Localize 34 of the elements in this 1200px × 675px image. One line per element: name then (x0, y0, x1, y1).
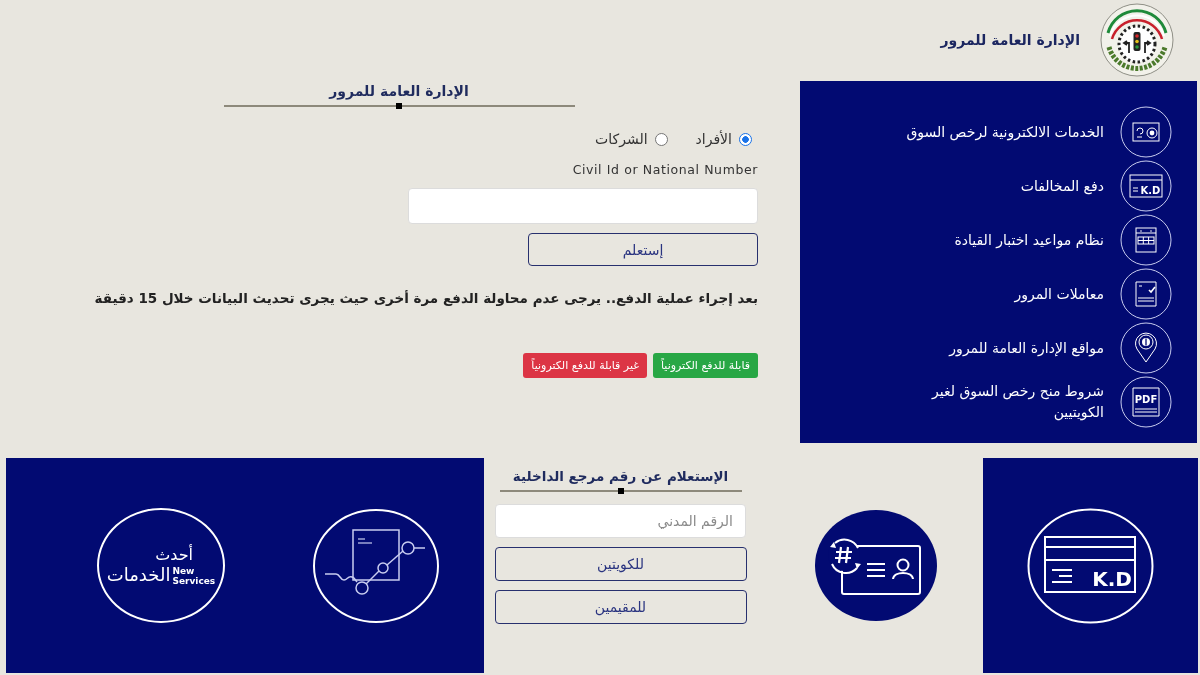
radio-label[interactable]: الأفراد (695, 130, 732, 148)
service-menu-item[interactable]: نظام مواعيد اختبار القيادة (800, 213, 1172, 267)
id-card-icon (815, 510, 937, 621)
document-graph-icon (312, 507, 440, 624)
location-pin-icon (1120, 322, 1172, 374)
field-label: Civil Id or National Number (572, 161, 758, 179)
inquiry-button[interactable]: للمقيمين (494, 590, 747, 624)
fines-payment-tile[interactable]: K.D (983, 458, 1198, 673)
document-check-icon (1120, 268, 1172, 320)
service-menu-item[interactable]: مواقع الإدارة العامة للمرور (800, 321, 1172, 375)
radio-label[interactable]: الشركات (595, 130, 648, 148)
inquire-button[interactable]: إستعلم (528, 233, 758, 266)
payment-card-icon: K.D (1120, 160, 1172, 212)
payment-status-legend: قابلة للدفع الكترونياً (653, 353, 758, 378)
civil-number-input[interactable]: الرقم المدني (495, 504, 746, 538)
calendar-icon (1120, 214, 1172, 266)
payment-status-legend: غير قابلة للدفع الكترونياً (523, 353, 647, 378)
emblem-text: أحدث (155, 545, 193, 564)
radio-button[interactable] (654, 132, 668, 146)
inquiry-button[interactable]: للكويتين (494, 547, 747, 581)
reference-inquiry-heading: الإستعلام عن رقم مرجع الداخلية (512, 467, 729, 485)
payment-card-icon: K.D (1027, 507, 1154, 624)
radio-button[interactable] (739, 132, 752, 146)
form-heading: الإدارة العامة للمرور (329, 82, 469, 100)
pdf-document-icon: PDF (1120, 376, 1172, 428)
emblem-text: Services (172, 575, 216, 586)
civil-id-input[interactable] (408, 188, 758, 224)
service-menu-item[interactable]: الخدمات الالكترونية لرخص السوق (800, 105, 1172, 159)
emblem-text: New (172, 565, 195, 576)
emblem-text: الخدمات (106, 563, 171, 586)
payment-notice: بعد إجراء عملية الدفع.. يرجى عدم محاولة الدفع مرة أخرى حيث يجرى تحديث البيانات خلال 15 دقيقة (94, 289, 758, 308)
site-title: الإدارة العامة للمرور (940, 31, 1080, 49)
license-card-icon (1120, 106, 1172, 158)
service-menu-item[interactable]: معاملات المرور (800, 267, 1172, 321)
